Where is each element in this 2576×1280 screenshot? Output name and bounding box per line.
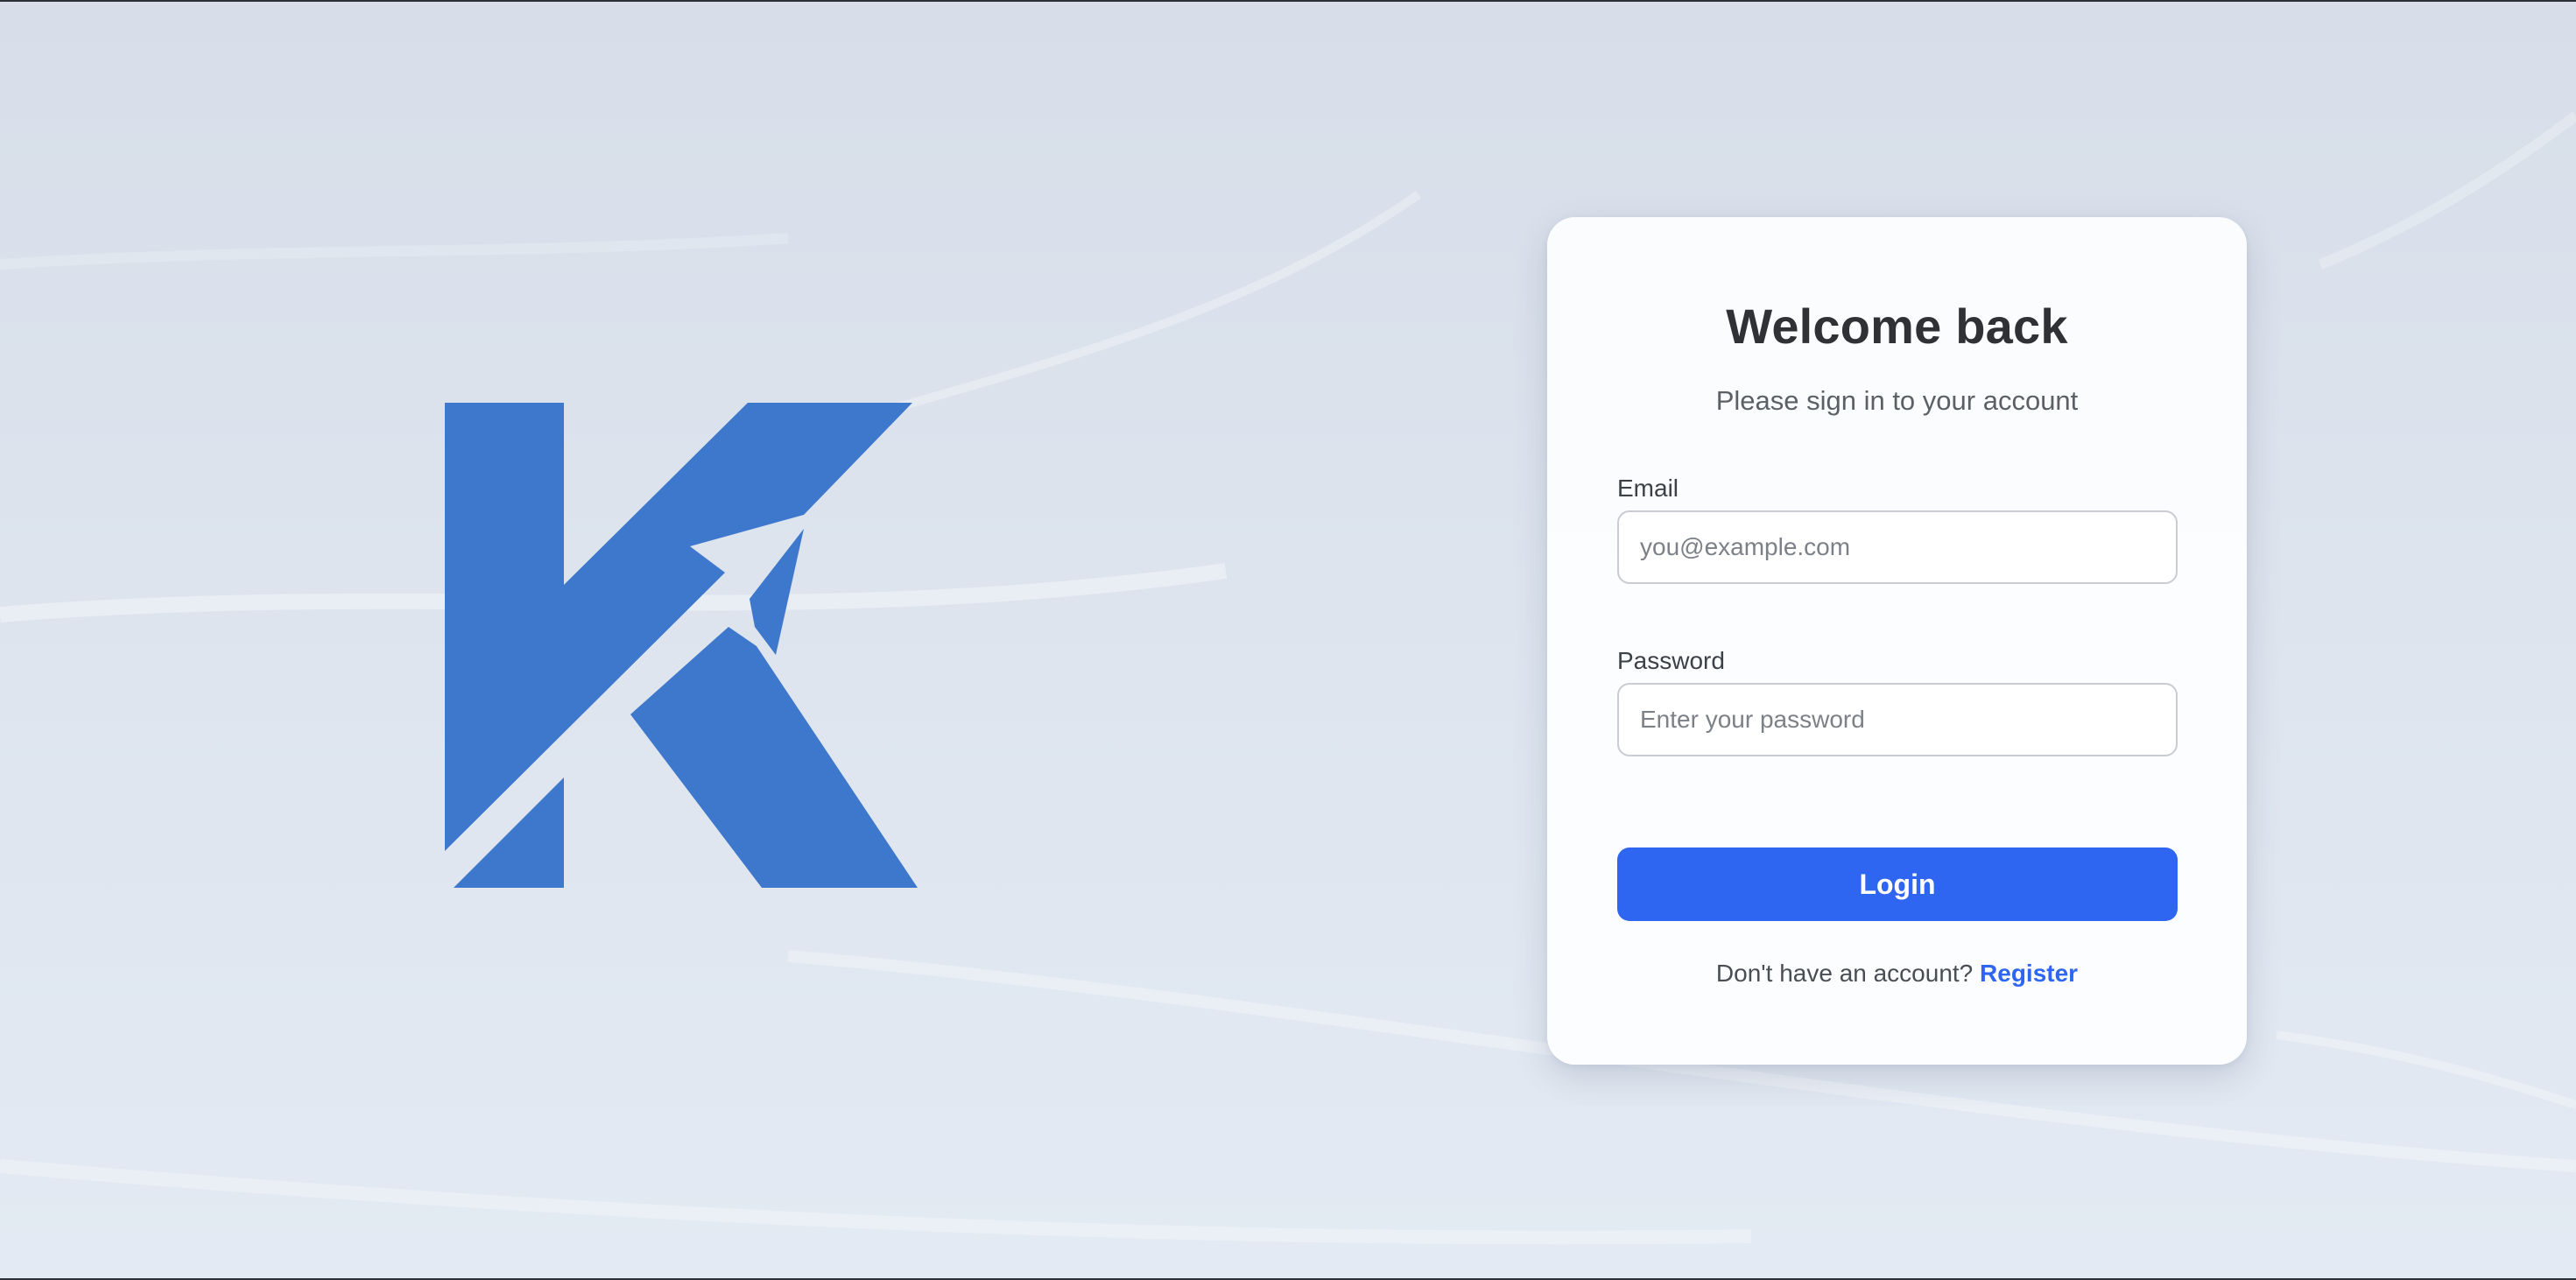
k-paper-plane-logo-icon: [445, 403, 918, 888]
password-label: Password: [1617, 647, 1725, 674]
page-title: Welcome back: [1726, 299, 2068, 354]
email-field[interactable]: [1617, 510, 2178, 584]
password-field[interactable]: [1617, 683, 2178, 756]
page-subtitle: Please sign in to your account: [1715, 385, 2079, 416]
register-prompt: Don't have an account?: [1715, 960, 1981, 987]
register-line: Don't have an account? Register: [1547, 960, 2247, 988]
login-page: Welcome back Please sign in to your acco…: [0, 0, 2576, 1280]
login-button[interactable]: Login: [1617, 847, 2178, 921]
register-link[interactable]: Register: [1980, 960, 2078, 987]
login-card: Welcome back Please sign in to your acco…: [1547, 217, 2247, 1065]
email-label: Email: [1617, 475, 1679, 502]
